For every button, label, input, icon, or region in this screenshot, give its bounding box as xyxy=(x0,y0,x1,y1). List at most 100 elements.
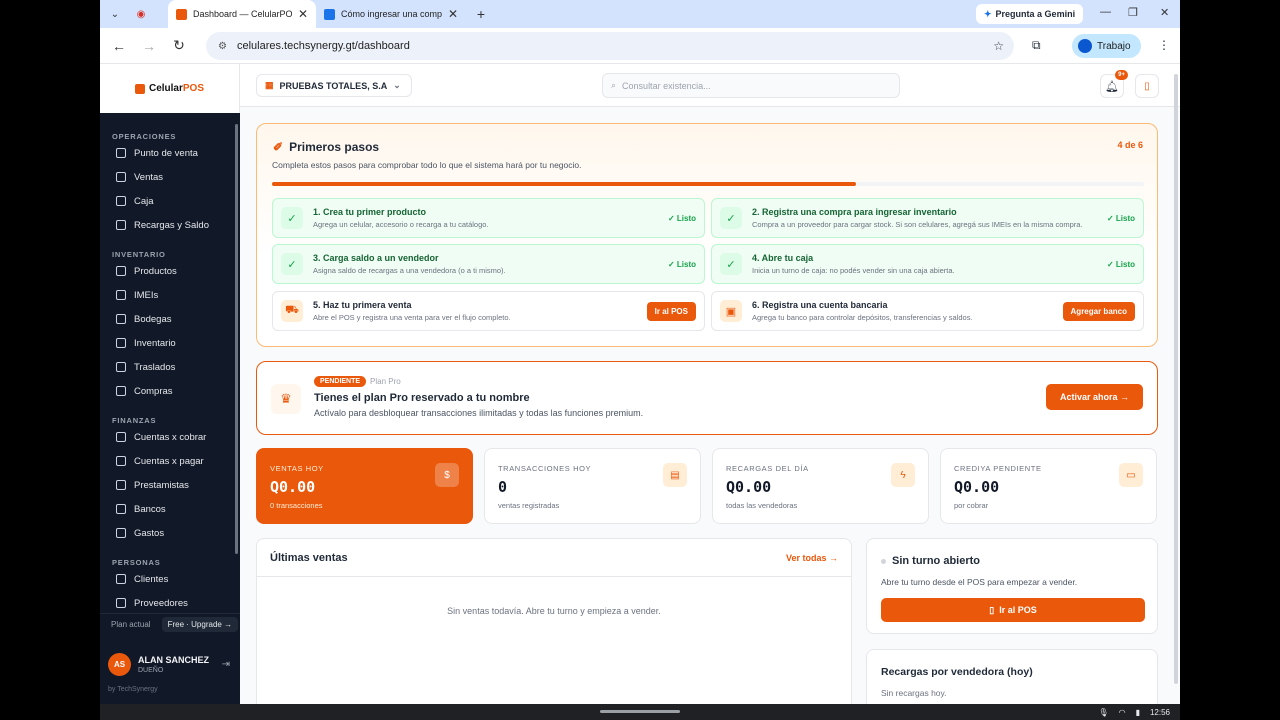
sidebar-item[interactable]: Cuentas x cobrar xyxy=(100,425,240,449)
sidebar-item[interactable]: Traslados xyxy=(100,355,240,379)
sidebar-item-label: Caja xyxy=(134,195,154,207)
user-role: DUEÑO xyxy=(138,666,164,674)
tab-strip: ⌄ ◉ Dashboard — CelularPOS ✕ Cómo ingres… xyxy=(100,0,1180,28)
tab-article[interactable]: Cómo ingresar una comp ✕ xyxy=(316,0,466,28)
sidebar-item[interactable]: Caja xyxy=(100,189,240,213)
stat-label: CREDIYA PENDIENTE xyxy=(954,464,1042,473)
sidebar-item[interactable]: Prestamistas xyxy=(100,473,240,497)
step-action-button[interactable]: Agregar banco xyxy=(1062,301,1135,321)
site-info-icon[interactable]: ⚙ xyxy=(218,41,227,52)
sidebar-item[interactable]: Inventario xyxy=(100,331,240,355)
sidebar-item[interactable]: Bancos xyxy=(100,497,240,521)
sidebar-item[interactable]: Compras xyxy=(100,379,240,403)
search-input[interactable]: ⌕ Consultar existencia... xyxy=(602,73,900,98)
sidebar-section-title: FINANZAS xyxy=(112,416,157,425)
nav-icon xyxy=(116,266,126,276)
address-bar[interactable]: ⚙ celulares.techsynergy.gt/dashboard ☆ xyxy=(206,32,1014,60)
step-description: Compra a un proveedor para cargar stock.… xyxy=(752,220,1083,229)
nav-icon xyxy=(116,386,126,396)
stat-value: 0 xyxy=(498,478,508,496)
menu-icon[interactable]: ⋮ xyxy=(1158,38,1170,52)
stat-label: TRANSACCIONES HOY xyxy=(498,464,592,473)
wifi-icon: ◠ xyxy=(1118,707,1126,717)
sidebar-scrollbar[interactable] xyxy=(235,124,238,554)
step-description: Inicia un turno de caja: no podés vender… xyxy=(752,266,955,275)
user-name: ALAN SANCHEZ xyxy=(138,654,209,665)
tab-search-button[interactable]: ⌄ xyxy=(104,3,126,25)
document-button[interactable]: ▯ xyxy=(1135,74,1159,98)
sidebar-item[interactable]: Productos xyxy=(100,259,240,283)
system-tray[interactable]: 🎙︎ ◠ ▮ 12:56 xyxy=(1098,708,1170,717)
sidebar-item-label: Productos xyxy=(134,265,177,277)
bank-icon: ▣ xyxy=(720,300,742,322)
sidebar-item-label: Prestamistas xyxy=(134,479,189,491)
nav-icon xyxy=(116,220,126,230)
shelf-handle[interactable] xyxy=(600,710,680,713)
nav-icon xyxy=(116,480,126,490)
bookmark-star-icon[interactable]: ☆ xyxy=(993,39,1004,53)
close-icon[interactable]: ✕ xyxy=(448,7,458,21)
sparkle-icon: ✦ xyxy=(984,8,992,19)
step-title: 1. Crea tu primer producto xyxy=(313,207,427,217)
minimize-icon[interactable]: — xyxy=(1100,6,1111,18)
clock: 12:56 xyxy=(1149,707,1170,717)
recharges-empty: Sin recargas hoy. xyxy=(881,688,947,698)
avatar: AS xyxy=(108,652,131,676)
sidebar-item[interactable]: Ventas xyxy=(100,165,240,189)
app-logo[interactable]: Celular POS xyxy=(100,64,240,113)
extensions-icon[interactable]: ⧉ xyxy=(1032,38,1041,53)
sidebar-item[interactable]: Recargas y Saldo xyxy=(100,213,240,237)
sidebar-item-label: Proveedores xyxy=(134,597,188,609)
sidebar-item[interactable]: Punto de venta xyxy=(100,141,240,165)
sidebar-section-title: INVENTARIO xyxy=(112,250,166,259)
plan-name: Plan Pro xyxy=(370,377,401,386)
user-card[interactable]: AS ALAN SANCHEZ DUEÑO ⇥ xyxy=(100,644,240,684)
bell-icon: 🔔︎ xyxy=(1105,80,1119,93)
search-icon: ⌕ xyxy=(611,80,617,90)
tab-dashboard[interactable]: Dashboard — CelularPOS ✕ xyxy=(168,0,316,28)
onboarding-step: ▣ 6. Registra una cuenta bancaria Agrega t… xyxy=(711,291,1144,331)
sidebar-item[interactable]: Clientes xyxy=(100,567,240,591)
nav-icon xyxy=(116,362,126,372)
new-tab-button[interactable]: + xyxy=(470,3,492,25)
reload-icon[interactable]: ↻ xyxy=(168,37,190,54)
sidebar-item[interactable]: Gastos xyxy=(100,521,240,545)
doc-favicon xyxy=(324,8,335,20)
step-action-button[interactable]: Ir al POS xyxy=(646,301,696,321)
close-icon[interactable]: ✕ xyxy=(298,7,308,21)
logout-icon[interactable]: ⇥ xyxy=(222,659,230,670)
close-window-icon[interactable]: ✕ xyxy=(1160,6,1169,19)
notifications-button[interactable]: 🔔︎ 9+ xyxy=(1100,70,1128,98)
sidebar-item-label: Traslados xyxy=(134,361,176,373)
gemini-label: Pregunta a Gemini xyxy=(995,9,1076,19)
main-scrollbar[interactable] xyxy=(1174,74,1178,684)
sidebar-item[interactable]: Proveedores xyxy=(100,591,240,615)
sidebar-item[interactable]: Cuentas x pagar xyxy=(100,449,240,473)
activate-button[interactable]: Activar ahora → xyxy=(1045,384,1143,410)
go-to-pos-button[interactable]: ▯ Ir al POS xyxy=(881,598,1145,622)
company-selector[interactable]: ▦ PRUEBAS TOTALES, S.A ⌄ xyxy=(256,74,412,97)
onboarding-progress xyxy=(272,182,1144,186)
sidebar-item[interactable]: Bodegas xyxy=(100,307,240,331)
back-icon[interactable]: ← xyxy=(108,38,130,54)
browser-window: ⌄ ◉ Dashboard — CelularPOS ✕ Cómo ingres… xyxy=(100,0,1180,720)
stat-card: CREDIYA PENDIENTE Q0.00 por cobrar ▭ xyxy=(940,448,1157,524)
nav-icon xyxy=(116,528,126,538)
step-text: 2. Registra una compra para ingresar inv… xyxy=(752,207,1107,229)
profile-button[interactable]: Trabajo xyxy=(1072,34,1141,58)
gemini-button[interactable]: ✦ Pregunta a Gemini xyxy=(976,4,1084,24)
recent-sales-header: Últimas ventas Ver todas → xyxy=(257,539,851,577)
sidebar-section-title: PERSONAS xyxy=(112,558,161,567)
stat-card: RECARGAS DEL DÍA Q0.00 todas las vendedora… xyxy=(712,448,929,524)
upgrade-button[interactable]: Free · Upgrade → xyxy=(161,617,239,632)
pro-title: Tienes el plan Pro reservado a tu nombre xyxy=(314,392,530,404)
sidebar: Celular POS OPERACIONES Punto de venta Vent… xyxy=(100,64,240,704)
onboarding-count: 4 de 6 xyxy=(1117,140,1143,150)
onboarding-step: ✓ 2. Registra una compra para ingresar in… xyxy=(711,198,1144,238)
step-text: 1. Crea tu primer producto Agrega un celu… xyxy=(313,207,668,229)
sidebar-item-label: Gastos xyxy=(134,527,165,539)
sidebar-item[interactable]: IMEIs xyxy=(100,283,240,307)
view-all-link[interactable]: Ver todas → xyxy=(786,553,838,563)
forward-icon[interactable]: → xyxy=(138,38,160,54)
restore-icon[interactable]: ❐ xyxy=(1128,6,1138,19)
